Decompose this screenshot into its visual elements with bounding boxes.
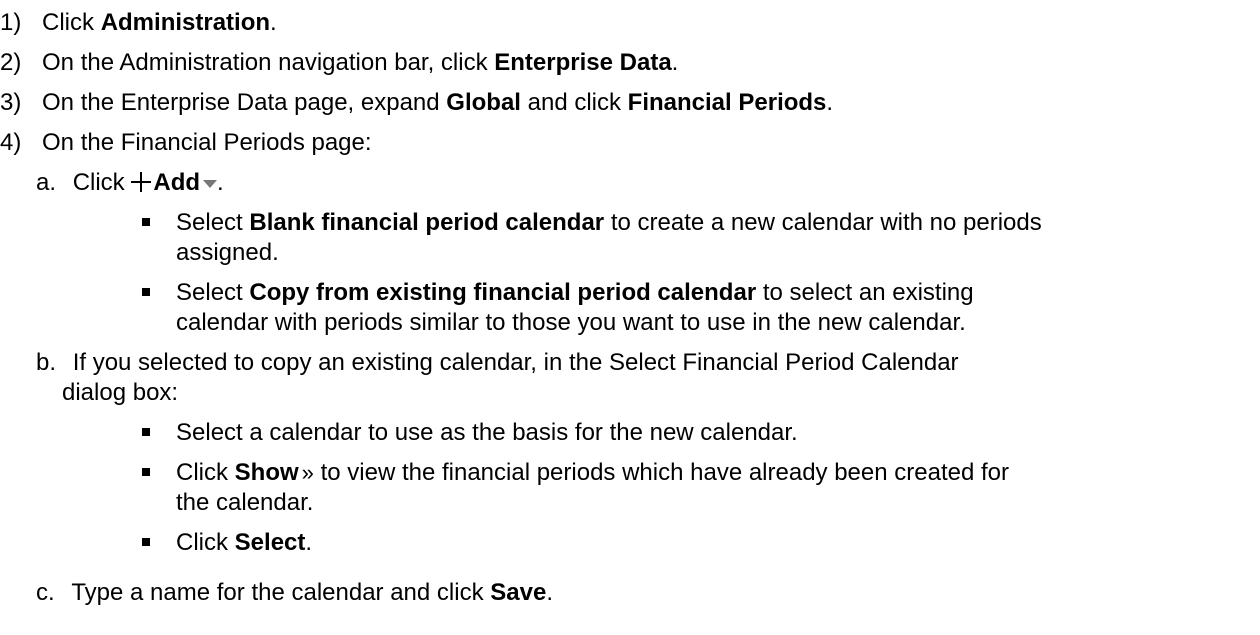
step-text: On the Enterprise Data page, expand — [42, 89, 447, 116]
bullet-select: Click Select. — [176, 529, 312, 557]
bullet-text: to view the financial periods which have… — [313, 459, 1009, 486]
bullet-icon — [142, 218, 150, 226]
bullet-copy-calendar-cont: calendar with periods similar to those y… — [176, 309, 966, 336]
bullet-show-cont: the calendar. — [176, 489, 314, 516]
step-text: Click — [42, 9, 101, 36]
step-text-end: . — [826, 89, 834, 116]
bullet-text: to select an existing — [756, 279, 974, 306]
substep-text-end: . — [546, 579, 553, 606]
substep-c: c. Type a name for the calendar and clic… — [36, 579, 553, 607]
substep-text: If you selected to copy an existing cale… — [72, 349, 959, 376]
substep-b-cont: dialog box: — [62, 379, 179, 406]
ui-label-global: Global — [446, 89, 521, 116]
step-number: 3) — [0, 89, 22, 116]
double-chevron-right-icon: » — [301, 460, 314, 485]
substep-letter: c. — [36, 579, 55, 606]
bullet-select-basis: Select a calendar to use as the basis fo… — [176, 419, 798, 446]
bullet-icon — [142, 428, 150, 436]
bullet-blank-calendar-cont: assigned. — [176, 239, 279, 266]
bullet-text: to create a new calendar with no periods — [604, 209, 1042, 236]
ui-label-blank-calendar: Blank financial period calendar — [249, 209, 605, 236]
bullet-copy-calendar: Select Copy from existing financial peri… — [176, 279, 974, 307]
step-text: On the Administration navigation bar, cl… — [42, 49, 495, 76]
bullet-icon — [142, 538, 150, 546]
step-text-end: . — [270, 9, 277, 36]
instructions-document: 1) Click Administration. 2) On the Admin… — [0, 0, 1260, 635]
substep-letter: b. — [36, 349, 57, 376]
bullet-text: Select — [176, 279, 250, 306]
plus-icon — [131, 172, 152, 192]
step-3: 3) On the Enterprise Data page, expand G… — [0, 89, 833, 117]
ui-label-select: Select — [234, 529, 306, 556]
dropdown-arrow-icon — [203, 180, 218, 188]
bullet-show: Click Show» to view the financial period… — [176, 459, 1009, 487]
substep-text: Type a name for the calendar and click — [71, 579, 491, 606]
substep-letter: a. — [36, 169, 57, 196]
substep-text: Click — [72, 169, 132, 196]
ui-label-administration: Administration — [100, 9, 271, 36]
ui-label-enterprise-data: Enterprise Data — [494, 49, 672, 76]
step-number: 4) — [0, 129, 22, 156]
bullet-text: Select — [176, 209, 250, 236]
step-text: On the Financial Periods page: — [42, 129, 372, 156]
bullet-icon — [142, 288, 150, 296]
bullet-text: . — [305, 529, 313, 556]
bullet-blank-calendar: Select Blank financial period calendar t… — [176, 209, 1042, 237]
substep-text-end: . — [217, 169, 224, 196]
step-4: 4) On the Financial Periods page: — [0, 129, 372, 157]
step-number: 1) — [0, 9, 22, 36]
ui-label-add: Add — [153, 169, 201, 196]
step-text-mid: and click — [520, 89, 628, 116]
substep-b: b. If you selected to copy an existing c… — [36, 349, 959, 377]
step-1: 1) Click Administration. — [0, 9, 277, 37]
bullet-text: Click — [176, 529, 235, 556]
substep-a: a. Click Add. — [36, 169, 224, 197]
step-number: 2) — [0, 49, 22, 76]
bullet-icon — [142, 468, 150, 476]
ui-label-show: Show — [234, 459, 299, 486]
step-text-end: . — [671, 49, 679, 76]
ui-label-copy-calendar: Copy from existing financial period cale… — [249, 279, 757, 306]
step-2: 2) On the Administration navigation bar,… — [0, 49, 678, 77]
bullet-text: Click — [176, 459, 235, 486]
ui-label-financial-periods: Financial Periods — [627, 89, 827, 116]
ui-label-save: Save — [490, 579, 547, 606]
